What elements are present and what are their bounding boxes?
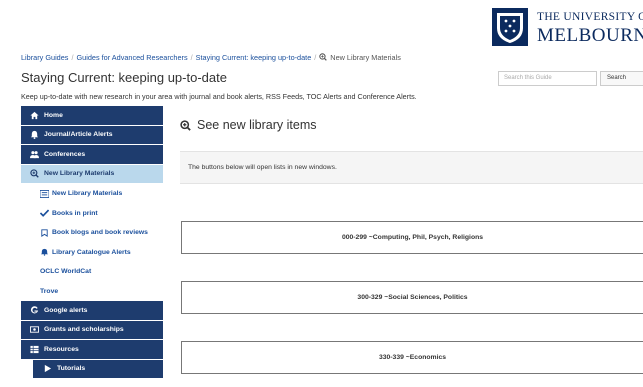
sidebar-subitem-label: Trove [40,287,59,295]
search-plus-icon [319,53,328,61]
sidebar-subitem-books-in-print[interactable]: Books in print [21,204,163,224]
sidebar-subitem-label: Books in print [52,209,98,217]
sidebar-subitem-label: OCLC WorldCat [40,268,92,276]
search-input[interactable]: Search this Guide [498,71,597,86]
bell-icon [40,249,49,256]
google-icon [30,305,39,314]
content-title-text: See new library items [197,118,317,132]
sidebar-item-label: Grants and scholarships [44,326,124,334]
breadcrumb-link-staying-current[interactable]: Staying Current: keeping up-to-date [196,53,312,62]
breadcrumb-current: New Library Materials [330,53,401,62]
sidebar-subitem-catalogue-alerts[interactable]: Library Catalogue Alerts [21,243,163,263]
sidebar-subitem-label: Book blogs and book reviews [52,229,148,237]
sidebar-nav: Home Journal/Article Alerts Conferences … [21,106,163,379]
sidebar-item-home[interactable]: Home [21,106,163,126]
sidebar-item-label: Home [44,111,63,119]
university-logo[interactable]: THE UNIVERSITY OF MELBOURNE [492,8,643,48]
bookmark-icon [41,229,48,237]
breadcrumb-link-library-guides[interactable]: Library Guides [21,53,68,62]
breadcrumb: Library Guides / Guides for Advanced Resea… [21,53,401,62]
sidebar-item-conferences[interactable]: Conferences [21,145,163,165]
sidebar-item-new-library-materials[interactable]: New Library Materials [21,164,163,184]
sidebar-item-journal-alerts[interactable]: Journal/Article Alerts [21,125,163,145]
search-plus-icon [30,169,39,179]
search-plus-icon [180,119,191,131]
sidebar-item-label: Tutorials [57,365,86,373]
bell-icon [30,131,39,140]
sidebar-subitem-worldcat[interactable]: OCLC WorldCat [21,262,163,282]
sidebar-item-grants[interactable]: Grants and scholarships [21,320,163,340]
money-icon [30,326,39,333]
topic-button-000-299[interactable]: 000-299 ~Computing, Phil, Psych, Religio… [181,221,643,254]
content-title: See new library items [180,118,317,132]
play-icon [44,365,52,373]
sidebar-item-tutorials[interactable]: Tutorials [33,359,163,379]
info-notice: The buttons below will open lists in new… [180,151,643,184]
sidebar-item-label: New Library Materials [44,170,115,178]
sidebar-subitem-trove[interactable]: Trove [21,282,163,302]
list-icon [40,189,49,198]
logo-line2: MELBOURNE [537,25,643,46]
sidebar-item-resources[interactable]: Resources [21,340,163,360]
table-icon [30,345,39,353]
page-description: Keep up-to-date with new research in you… [21,92,417,101]
search-button[interactable]: Search [600,71,643,86]
sidebar-item-label: Conferences [44,150,86,158]
crest-icon [492,8,528,46]
topic-button-330-339[interactable]: 330-339 ~Economics [181,341,643,374]
sidebar-subitem-new-library-materials[interactable]: New Library Materials [21,184,163,204]
users-icon [30,150,39,158]
topic-button-300-329[interactable]: 300-329 ~Social Sciences, Politics [181,281,643,314]
sidebar-item-label: Journal/Article Alerts [44,131,113,139]
sidebar-subitem-book-blogs[interactable]: Book blogs and book reviews [21,223,163,243]
sidebar-item-label: Google alerts [44,306,88,314]
home-icon [30,111,39,119]
sidebar-subitem-label: New Library Materials [52,190,123,198]
logo-line1: THE UNIVERSITY OF [537,11,643,23]
page-title: Staying Current: keeping up-to-date [21,70,227,85]
sidebar-item-label: Resources [44,345,79,353]
sidebar-item-google-alerts[interactable]: Google alerts [21,301,163,321]
check-icon [40,209,49,218]
sidebar-subitem-label: Library Catalogue Alerts [52,248,131,256]
breadcrumb-link-advanced-researchers[interactable]: Guides for Advanced Researchers [76,53,187,62]
